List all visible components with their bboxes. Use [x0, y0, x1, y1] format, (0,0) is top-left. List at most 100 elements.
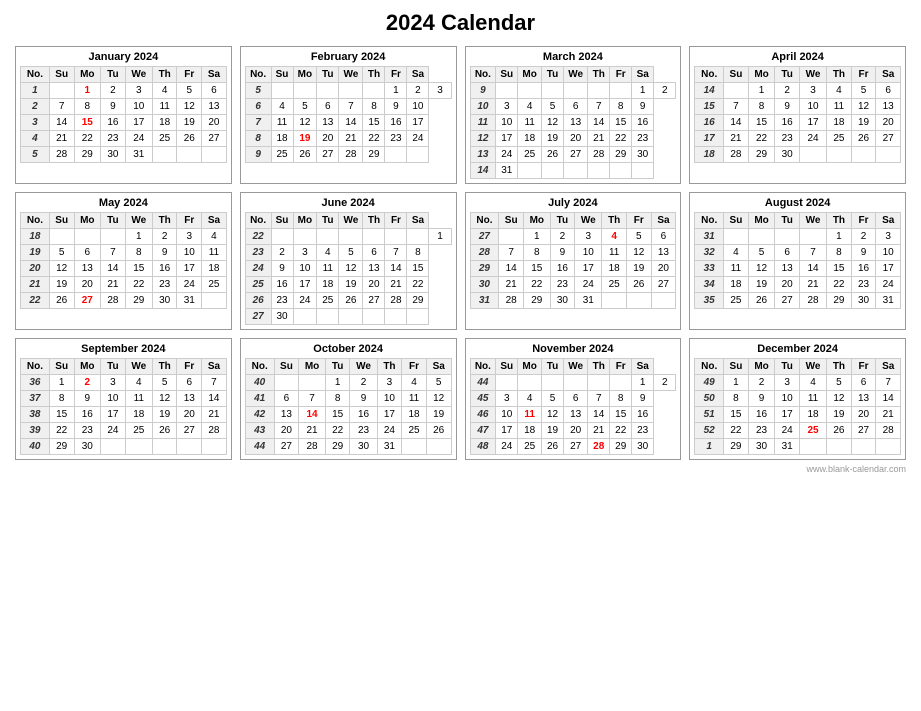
day-cell	[293, 309, 317, 325]
day-cell: 27	[363, 293, 385, 309]
week-number: 8	[245, 131, 271, 147]
day-cell	[125, 439, 152, 455]
day-cell: 8	[74, 99, 101, 115]
day-cell: 26	[293, 147, 317, 163]
table-row: 2730	[245, 309, 451, 325]
day-cell: 27	[177, 423, 202, 439]
day-cell: 1	[385, 83, 407, 99]
day-cell: 26	[426, 423, 451, 439]
month-block-12: December 2024No.SuMoTuWeThFrSa4912345675…	[689, 338, 906, 460]
day-cell: 10	[293, 261, 317, 277]
day-cell	[799, 229, 826, 245]
day-cell: 18	[602, 261, 627, 277]
day-cell: 17	[496, 423, 518, 439]
table-row: 402930	[21, 439, 227, 455]
day-cell: 22	[827, 277, 852, 293]
col-header: Mo	[293, 67, 317, 83]
day-cell: 9	[748, 391, 775, 407]
day-cell: 10	[775, 391, 800, 407]
day-cell: 10	[799, 99, 826, 115]
week-number: 46	[470, 407, 496, 423]
day-cell: 11	[202, 245, 227, 261]
col-header: No.	[245, 359, 274, 375]
day-cell: 25	[724, 293, 749, 309]
day-cell: 23	[350, 423, 377, 439]
day-cell: 14	[202, 391, 227, 407]
day-cell: 18	[724, 277, 749, 293]
table-row: 18282930	[695, 147, 901, 163]
table-row: 221	[245, 229, 451, 245]
day-cell: 1	[748, 83, 775, 99]
day-cell: 8	[610, 391, 632, 407]
day-cell	[385, 229, 407, 245]
table-row: 711121314151617	[245, 115, 451, 131]
week-number: 10	[470, 99, 496, 115]
day-cell: 10	[377, 391, 402, 407]
col-header: Mo	[748, 359, 775, 375]
day-cell: 23	[152, 277, 177, 293]
day-cell: 10	[575, 245, 602, 261]
day-cell: 11	[152, 99, 177, 115]
table-row: 1110111213141516	[470, 115, 676, 131]
day-cell: 30	[632, 147, 654, 163]
day-cell: 21	[101, 277, 126, 293]
day-cell: 30	[350, 439, 377, 455]
day-cell	[317, 83, 339, 99]
day-cell: 20	[363, 277, 385, 293]
week-number: 52	[695, 423, 724, 439]
day-cell: 23	[632, 131, 654, 147]
day-cell: 1	[632, 375, 654, 391]
day-cell	[317, 309, 339, 325]
day-cell: 27	[274, 439, 299, 455]
week-number: 50	[695, 391, 724, 407]
day-cell: 14	[799, 261, 826, 277]
col-header: Su	[496, 359, 518, 375]
month-title-12: December 2024	[694, 343, 901, 355]
day-cell: 25	[827, 131, 852, 147]
month-block-8: August 2024No.SuMoTuWeThFrSa311233245678…	[689, 192, 906, 330]
col-header: No.	[695, 213, 724, 229]
day-cell: 10	[101, 391, 126, 407]
day-cell: 10	[177, 245, 202, 261]
month-block-7: July 2024No.SuMoTuWeThFrSa27123456287891…	[465, 192, 682, 330]
day-cell: 6	[651, 229, 676, 245]
day-cell: 3	[177, 229, 202, 245]
col-header: Mo	[518, 359, 542, 375]
week-number: 16	[695, 115, 724, 131]
day-cell: 28	[339, 147, 363, 163]
col-header: Mo	[74, 67, 101, 83]
month-table-11: No.SuMoTuWeThFrSa44124534567894610111213…	[470, 358, 677, 455]
day-cell: 15	[125, 261, 152, 277]
table-row: 50891011121314	[695, 391, 901, 407]
col-header: Tu	[542, 67, 564, 83]
day-cell: 19	[152, 407, 177, 423]
day-cell	[632, 163, 654, 179]
day-cell: 26	[626, 277, 651, 293]
day-cell: 30	[101, 147, 126, 163]
day-cell: 20	[202, 115, 227, 131]
table-row: 1721222324252627	[695, 131, 901, 147]
day-cell	[101, 229, 126, 245]
day-cell: 10	[876, 245, 901, 261]
day-cell: 4	[152, 83, 177, 99]
day-cell: 24	[407, 131, 429, 147]
month-title-6: June 2024	[245, 197, 452, 209]
day-cell: 2	[550, 229, 575, 245]
day-cell	[588, 163, 610, 179]
day-cell: 29	[325, 439, 350, 455]
table-row: 4824252627282930	[470, 439, 676, 455]
month-table-8: No.SuMoTuWeThFrSa31123324567891033111213…	[694, 212, 901, 309]
page-title: 2024 Calendar	[10, 10, 911, 36]
day-cell: 2	[654, 83, 676, 99]
day-cell: 25	[602, 277, 627, 293]
day-cell: 11	[271, 115, 293, 131]
day-cell: 11	[402, 391, 427, 407]
day-cell: 17	[377, 407, 402, 423]
col-header: We	[350, 359, 377, 375]
day-cell: 16	[775, 115, 800, 131]
day-cell: 16	[74, 407, 101, 423]
table-row: 2516171819202122	[245, 277, 451, 293]
day-cell: 18	[125, 407, 152, 423]
col-header: Tu	[775, 67, 800, 83]
table-row: 37891011121314	[21, 391, 227, 407]
